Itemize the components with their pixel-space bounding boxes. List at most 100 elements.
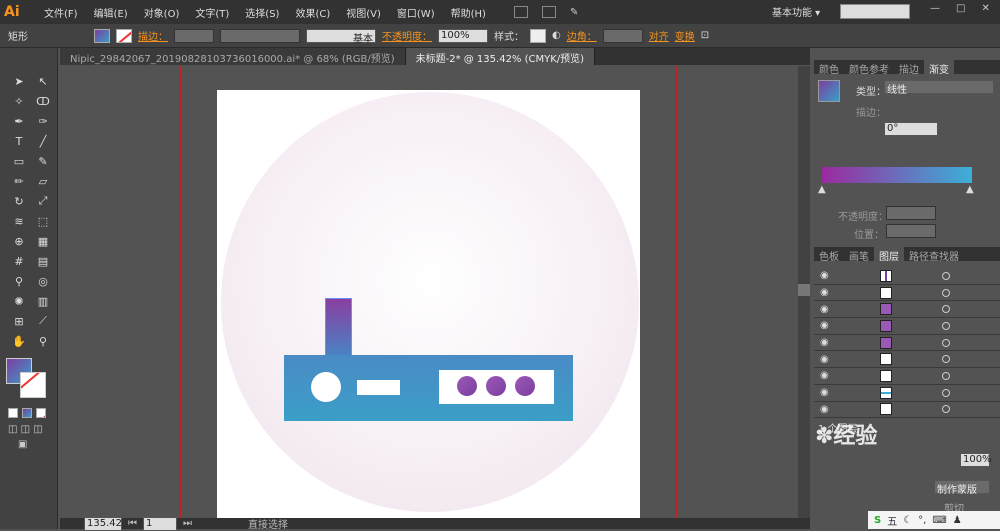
vertical-scrollbar[interactable] (798, 66, 810, 518)
router-antenna[interactable] (325, 298, 352, 356)
target-icon[interactable] (942, 271, 950, 280)
keyboard-icon[interactable]: ⌨ (932, 515, 946, 526)
rectangle-tool-icon[interactable]: ▭ (8, 152, 30, 170)
page-input[interactable]: 1 (143, 516, 177, 531)
transform-link[interactable]: 变换 (675, 28, 695, 43)
zoom-tool-icon[interactable]: ⚲ (32, 332, 54, 350)
maximize-icon[interactable]: □ (956, 3, 965, 14)
tab-swatches[interactable]: 色板 (814, 247, 844, 263)
opacity-input[interactable]: 100% (438, 28, 488, 43)
artboard-tool-icon[interactable]: ⊞ (8, 312, 30, 330)
eye-icon[interactable]: ◉ (820, 404, 832, 415)
scale-icon[interactable]: ⤢ (32, 192, 54, 210)
tab-pathfinder[interactable]: 路径查找器 (904, 247, 964, 263)
tab-document-2[interactable]: 未标题-2* @ 135.42% (CMYK/预览) (405, 48, 596, 65)
lasso-icon[interactable]: ↀ (32, 92, 54, 110)
fill-swatch[interactable] (94, 28, 110, 43)
eyedropper-icon[interactable]: ⚲ (8, 272, 30, 290)
target-icon[interactable] (942, 405, 950, 414)
menu-window[interactable]: 窗口(W) (389, 5, 443, 20)
artboard[interactable] (217, 90, 640, 518)
hand-tool-icon[interactable]: ✋ (8, 332, 30, 350)
recolor-icon[interactable]: ◐ (552, 30, 561, 41)
fill-stroke-widget[interactable] (6, 358, 50, 402)
none-mode-icon[interactable] (36, 408, 46, 418)
layer-row[interactable]: ◉ (814, 385, 1000, 402)
isolate-icon[interactable]: ⊡ (701, 30, 709, 41)
layer-row[interactable]: ◉ (814, 402, 1000, 419)
canvas-area[interactable] (60, 66, 810, 518)
make-mask-button[interactable]: 制作蒙版 (934, 480, 990, 496)
stroke-swatch[interactable] (116, 28, 132, 43)
stop-right-icon[interactable]: ▲ (966, 184, 974, 195)
stroke-label[interactable]: 描边： (138, 28, 168, 43)
free-transform-icon[interactable]: ⬚ (32, 212, 54, 230)
layer-row[interactable]: ◉ (814, 368, 1000, 385)
menu-file[interactable]: 文件(F) (36, 5, 86, 20)
stroke-weight-dropdown[interactable] (174, 28, 214, 43)
moon-icon[interactable]: ☾ (903, 515, 912, 526)
search-input[interactable] (840, 4, 910, 19)
layer-row[interactable]: ◉ (814, 318, 1000, 335)
layer-row[interactable]: ◉ (814, 268, 1000, 285)
menu-view[interactable]: 视图(V) (338, 5, 389, 20)
eye-icon[interactable]: ◉ (820, 287, 832, 298)
menu-select[interactable]: 选择(S) (237, 5, 287, 20)
line-tool-icon[interactable]: ╱ (32, 132, 54, 150)
tab-color[interactable]: 颜色 (814, 60, 844, 76)
graph-tool-icon[interactable]: ▥ (32, 292, 54, 310)
corner-label[interactable]: 边角： (567, 28, 597, 43)
layer-row[interactable]: ◉ (814, 335, 1000, 352)
menu-object[interactable]: 对象(O) (136, 5, 188, 20)
gradient-preview[interactable] (818, 80, 840, 102)
zoom-input[interactable]: 135.42 (84, 516, 122, 531)
tab-gradient[interactable]: 渐变 (924, 60, 954, 76)
workspace-switcher[interactable]: 基本功能 ▾ (772, 4, 820, 19)
minimize-icon[interactable]: — (930, 3, 940, 14)
target-icon[interactable] (942, 388, 950, 397)
variable-width-dropdown[interactable] (220, 28, 300, 43)
menu-type[interactable]: 文字(T) (187, 5, 237, 20)
magic-wand-icon[interactable]: ✧ (8, 92, 30, 110)
curvature-tool-icon[interactable]: ✑ (32, 112, 54, 130)
target-icon[interactable] (942, 355, 950, 364)
mesh-icon[interactable]: # (8, 252, 30, 270)
draw-mode-icons[interactable]: ◫ ◫ ◫ (8, 424, 57, 435)
selection-tool-icon[interactable]: ➤ (8, 72, 30, 90)
arrange-icon[interactable] (541, 6, 556, 18)
corner-input[interactable] (602, 28, 643, 43)
pencil-icon[interactable]: ✏ (8, 172, 30, 190)
gradient-tool-icon[interactable]: ▤ (32, 252, 54, 270)
warp-icon[interactable]: ≋ (8, 212, 30, 230)
color-mode-icon[interactable] (8, 408, 18, 418)
eye-icon[interactable]: ◉ (820, 270, 832, 281)
ime-mode[interactable]: 五 (887, 513, 897, 528)
tab-layers[interactable]: 图层 (874, 247, 904, 263)
tab-stroke[interactable]: 描边 (894, 60, 924, 76)
slice-tool-icon[interactable]: ⟋ (32, 312, 54, 330)
target-icon[interactable] (942, 321, 950, 330)
blend-icon[interactable]: ◎ (32, 272, 54, 290)
background-circle[interactable] (221, 92, 639, 512)
scroll-thumb[interactable] (798, 284, 810, 296)
gradient-position-input[interactable] (886, 224, 936, 238)
angle-input[interactable]: 0° (884, 122, 938, 136)
user-icon[interactable]: ♟ (953, 515, 962, 526)
target-icon[interactable] (942, 305, 950, 314)
eye-icon[interactable]: ◉ (820, 370, 832, 381)
router-body[interactable] (284, 355, 573, 421)
first-page-icon[interactable]: ⏮ (128, 518, 137, 529)
gradient-slider[interactable] (822, 167, 972, 183)
eye-icon[interactable]: ◉ (820, 304, 832, 315)
eye-icon[interactable]: ◉ (820, 354, 832, 365)
tab-brushes[interactable]: 画笔 (844, 247, 874, 263)
menu-edit[interactable]: 编辑(E) (86, 5, 136, 20)
layer-row[interactable]: ◉ (814, 351, 1000, 369)
gpu-icon[interactable]: ✎ (570, 7, 578, 18)
target-icon[interactable] (942, 288, 950, 297)
stroke-color[interactable] (20, 372, 46, 398)
screen-mode-icon[interactable]: ▣ (18, 439, 57, 450)
opacity-label[interactable]: 不透明度： (382, 28, 432, 43)
rotate-icon[interactable]: ↻ (8, 192, 30, 210)
paintbrush-icon[interactable]: ✎ (32, 152, 54, 170)
